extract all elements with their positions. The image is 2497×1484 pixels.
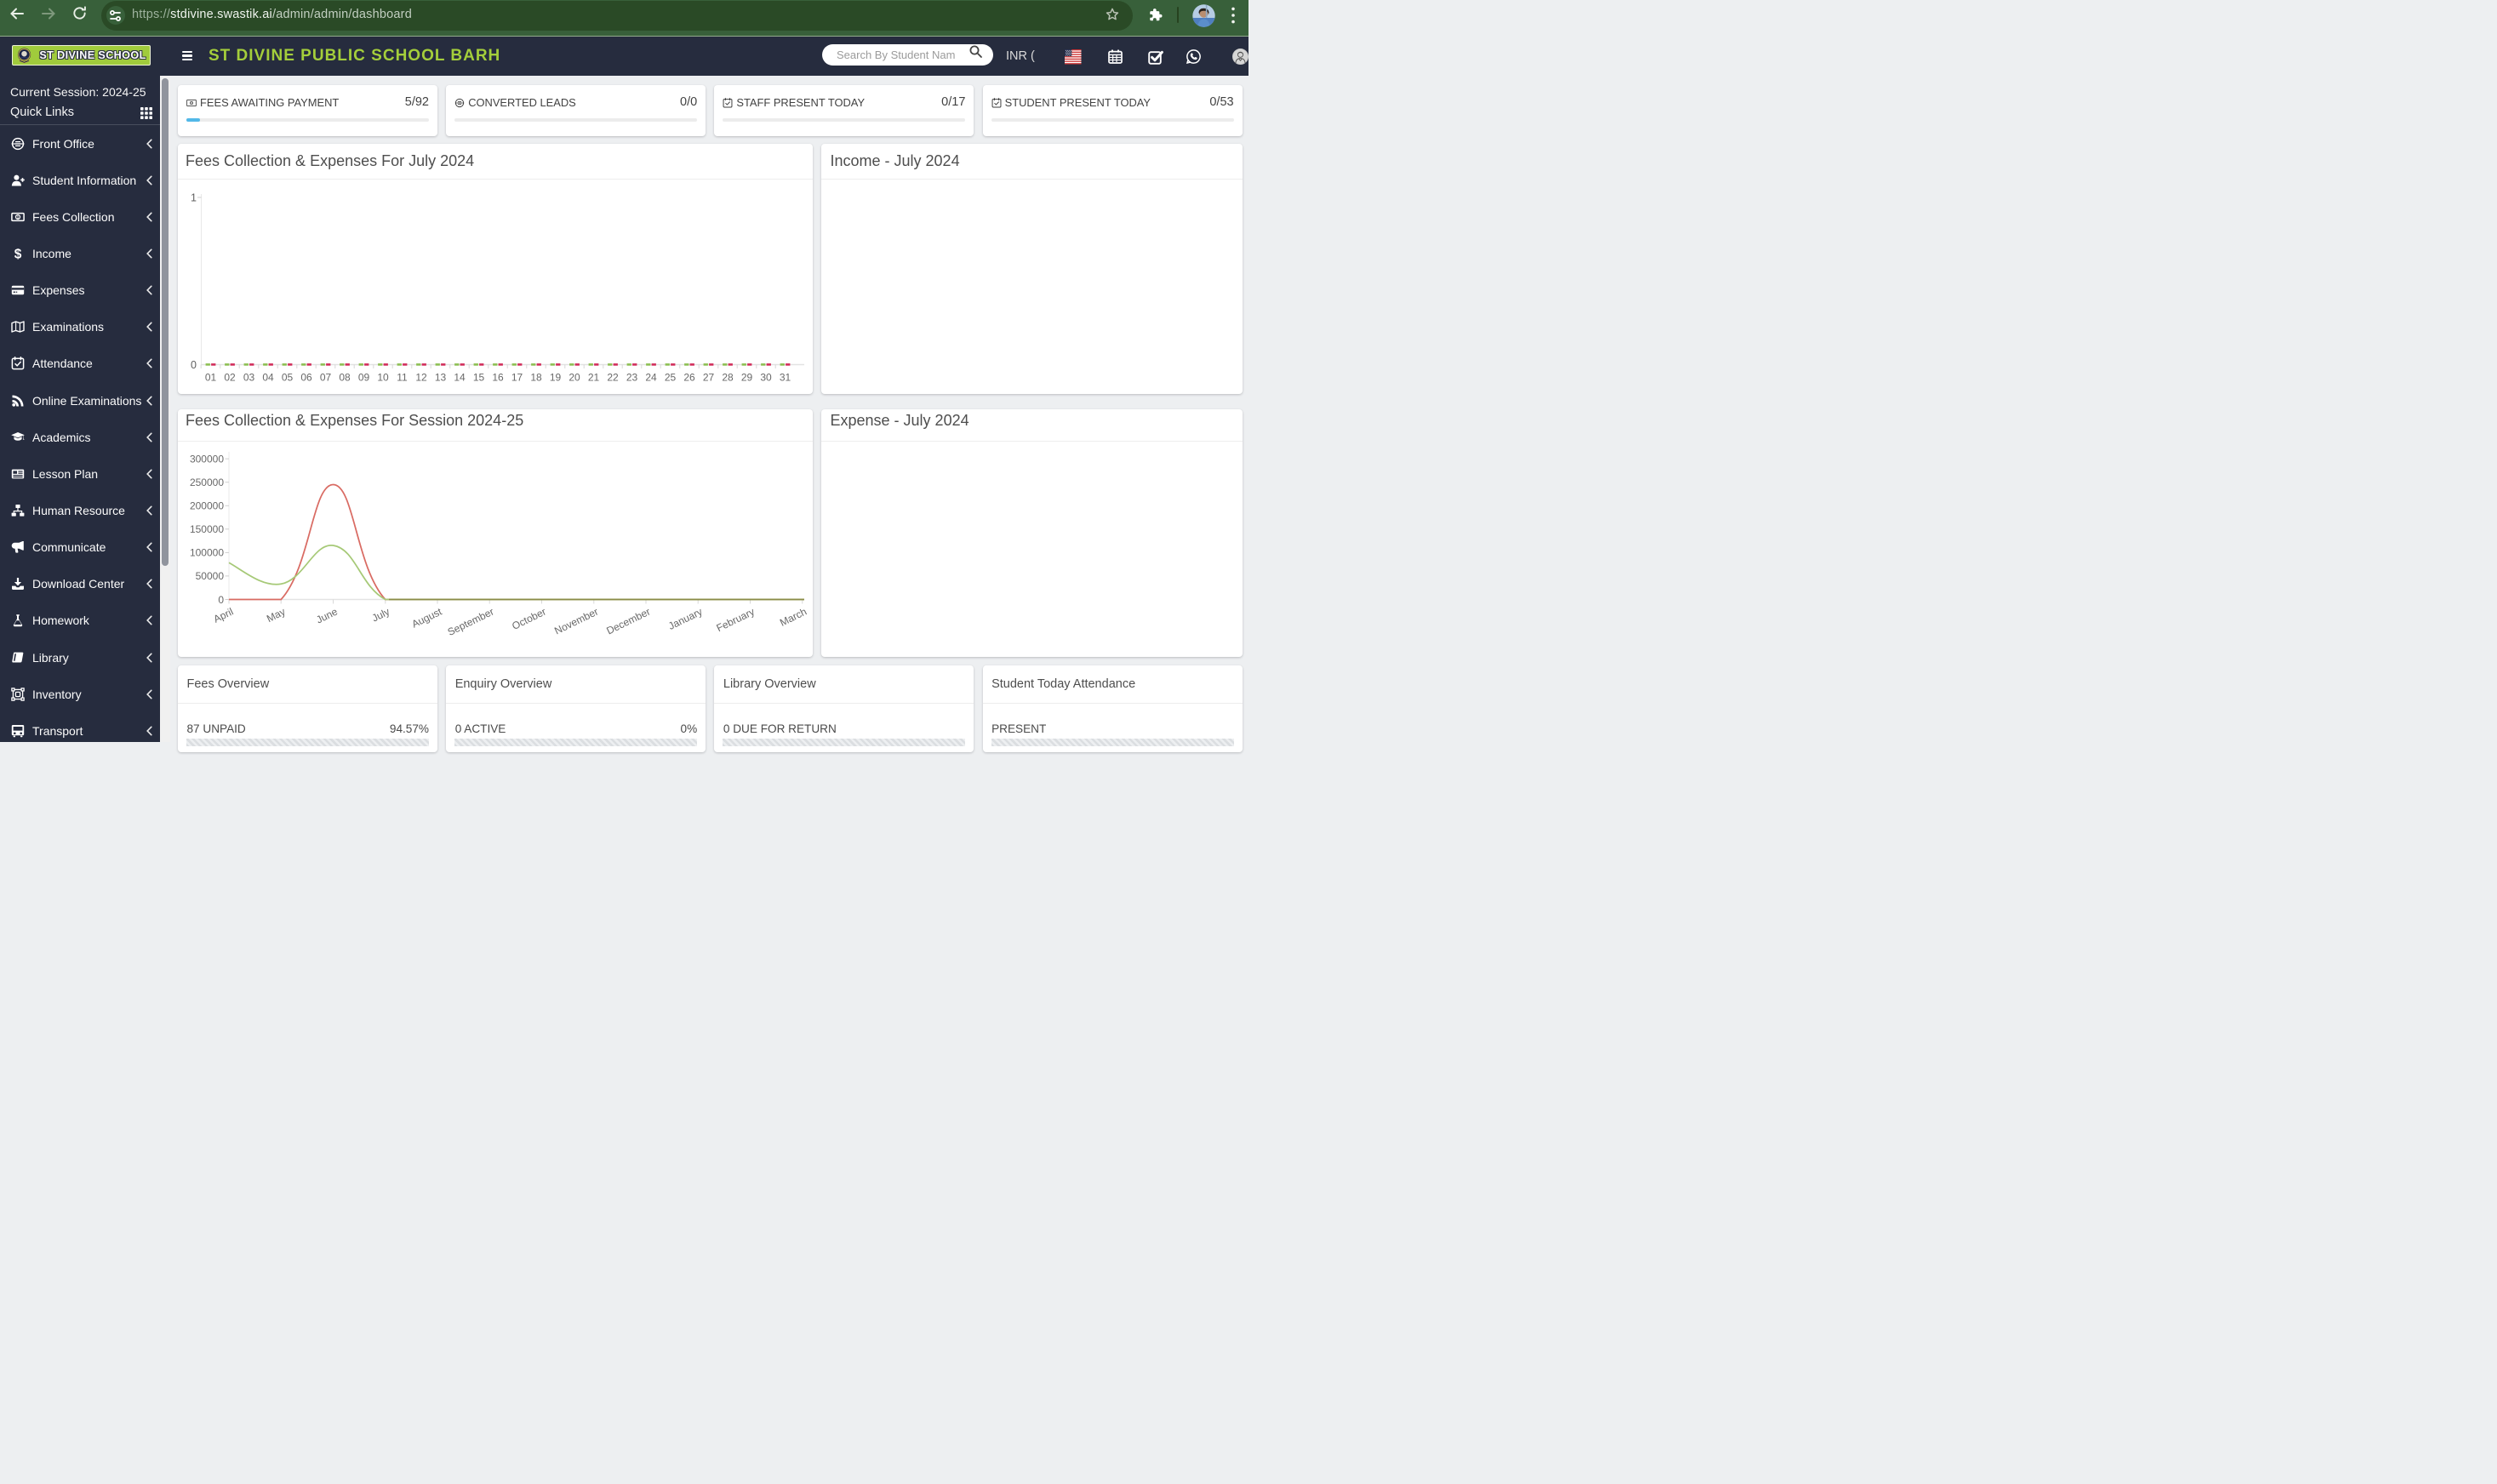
svg-text:1: 1	[191, 191, 197, 203]
svg-text:April: April	[212, 605, 236, 625]
svg-text:September: September	[446, 605, 496, 637]
svg-text:$: $	[14, 247, 22, 260]
svg-text:25: 25	[665, 371, 677, 383]
svg-text:0: 0	[218, 593, 224, 605]
svg-text:31: 31	[780, 371, 791, 383]
svg-text:03: 03	[243, 371, 255, 383]
svg-text:09: 09	[358, 371, 370, 383]
svg-text:29: 29	[741, 371, 753, 383]
svg-text:21: 21	[588, 371, 600, 383]
svg-text:1: 1	[191, 101, 192, 105]
svg-text:July: July	[370, 605, 391, 624]
svg-text:26: 26	[683, 371, 695, 383]
svg-text:20: 20	[569, 371, 580, 383]
svg-text:02: 02	[224, 371, 236, 383]
svg-text:28: 28	[722, 371, 734, 383]
svg-text:05: 05	[282, 371, 294, 383]
svg-text:08: 08	[339, 371, 351, 383]
svg-text:17: 17	[511, 371, 523, 383]
svg-text:January: January	[666, 605, 705, 631]
svg-text:13: 13	[435, 371, 447, 383]
svg-text:12: 12	[415, 371, 427, 383]
svg-text:16: 16	[492, 371, 504, 383]
svg-text:February: February	[715, 605, 757, 634]
svg-text:11: 11	[397, 371, 408, 383]
svg-text:0: 0	[191, 359, 197, 371]
svg-text:24: 24	[645, 371, 657, 383]
svg-text:30: 30	[760, 371, 772, 383]
svg-text:19: 19	[550, 371, 562, 383]
svg-text:August: August	[410, 605, 444, 630]
svg-text:March: March	[778, 605, 809, 628]
svg-text:18: 18	[530, 371, 542, 383]
svg-text:27: 27	[703, 371, 715, 383]
svg-text:10: 10	[377, 371, 389, 383]
svg-text:04: 04	[262, 371, 274, 383]
svg-text:250000: 250000	[190, 477, 224, 488]
svg-text:50000: 50000	[196, 570, 225, 582]
svg-text:22: 22	[607, 371, 619, 383]
svg-text:200000: 200000	[190, 499, 224, 511]
svg-text:06: 06	[300, 371, 312, 383]
svg-text:June: June	[314, 605, 340, 625]
svg-text:100000: 100000	[190, 546, 224, 558]
svg-text:14: 14	[454, 371, 466, 383]
svg-text:15: 15	[473, 371, 485, 383]
svg-text:23: 23	[626, 371, 638, 383]
svg-text:01: 01	[205, 371, 217, 383]
svg-text:October: October	[510, 605, 548, 631]
svg-text:May: May	[265, 605, 288, 625]
svg-text:November: November	[552, 605, 600, 636]
svg-text:300000: 300000	[190, 453, 224, 465]
svg-text:07: 07	[320, 371, 332, 383]
svg-text:December: December	[604, 605, 652, 636]
svg-text:150000: 150000	[190, 523, 224, 535]
